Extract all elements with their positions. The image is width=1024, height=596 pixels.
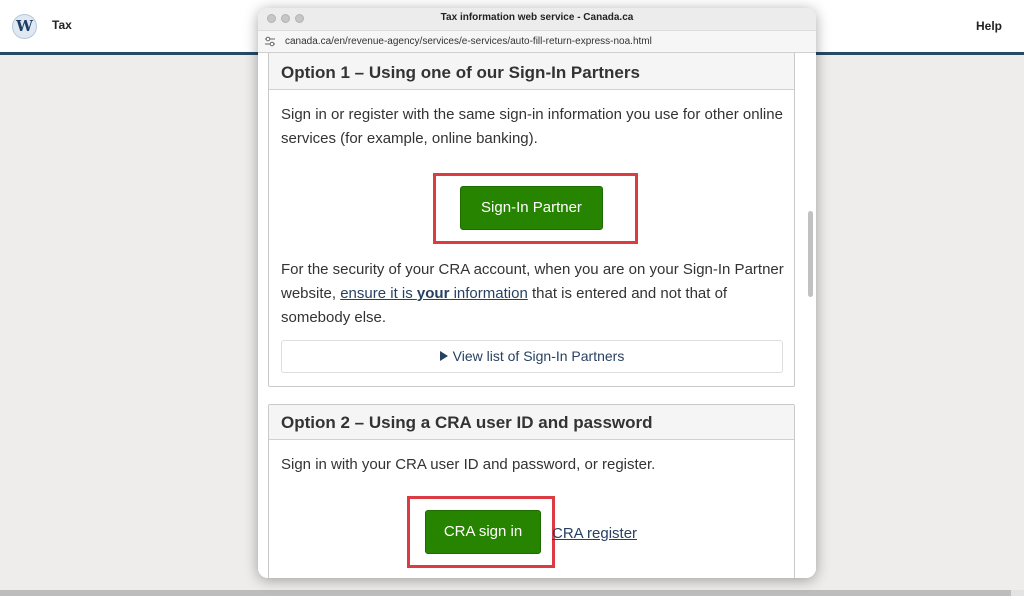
app-logo[interactable]: W bbox=[12, 14, 37, 39]
help-link[interactable]: Help bbox=[976, 19, 1002, 33]
link-text-b[interactable]: information bbox=[449, 285, 528, 302]
option2-description: Sign in with your CRA user ID and passwo… bbox=[281, 456, 656, 473]
option2-panel: Option 2 – Using a CRA user ID and passw… bbox=[268, 404, 795, 578]
option2-title: Option 2 – Using a CRA user ID and passw… bbox=[281, 413, 653, 432]
window-titlebar[interactable]: Tax information web service - Canada.ca bbox=[258, 8, 816, 30]
sign-in-partner-button[interactable]: Sign-In Partner bbox=[460, 186, 603, 230]
window-title: Tax information web service - Canada.ca bbox=[440, 12, 634, 23]
app-title: Tax bbox=[52, 18, 72, 32]
url-text[interactable]: canada.ca/en/revenue-agency/services/e-s… bbox=[285, 36, 652, 47]
site-settings-icon[interactable] bbox=[265, 36, 275, 47]
option1-header: Option 1 – Using one of our Sign-In Part… bbox=[269, 53, 794, 90]
link-text-a[interactable]: ensure it is bbox=[340, 285, 417, 302]
option1-description: Sign in or register with the same sign-i… bbox=[281, 106, 783, 147]
option2-header: Option 2 – Using a CRA user ID and passw… bbox=[269, 405, 794, 440]
cra-register-link[interactable]: CRA register bbox=[552, 525, 637, 542]
page-content: Option 1 – Using one of our Sign-In Part… bbox=[258, 53, 816, 578]
option1-title: Option 1 – Using one of our Sign-In Part… bbox=[281, 63, 640, 82]
address-bar[interactable]: canada.ca/en/revenue-agency/services/e-s… bbox=[258, 30, 816, 53]
popup-browser-window: Tax information web service - Canada.ca … bbox=[258, 8, 816, 578]
option1-security-note: For the security of your CRA account, wh… bbox=[281, 258, 786, 330]
horizontal-scrollbar[interactable] bbox=[0, 590, 1024, 596]
link-text-bold[interactable]: your bbox=[417, 285, 450, 302]
details-label[interactable]: View list of Sign-In Partners bbox=[453, 348, 625, 364]
sign-in-partners-details-toggle[interactable]: View list of Sign-In Partners bbox=[281, 340, 783, 373]
vertical-scrollbar-thumb[interactable] bbox=[808, 211, 813, 297]
scrollbar-track bbox=[1011, 590, 1024, 596]
cra-sign-in-button[interactable]: CRA sign in bbox=[425, 510, 541, 554]
option1-panel: Option 1 – Using one of our Sign-In Part… bbox=[268, 53, 795, 387]
triangle-right-icon bbox=[439, 351, 448, 361]
ensure-your-information-link[interactable]: ensure it is your information bbox=[340, 285, 528, 302]
